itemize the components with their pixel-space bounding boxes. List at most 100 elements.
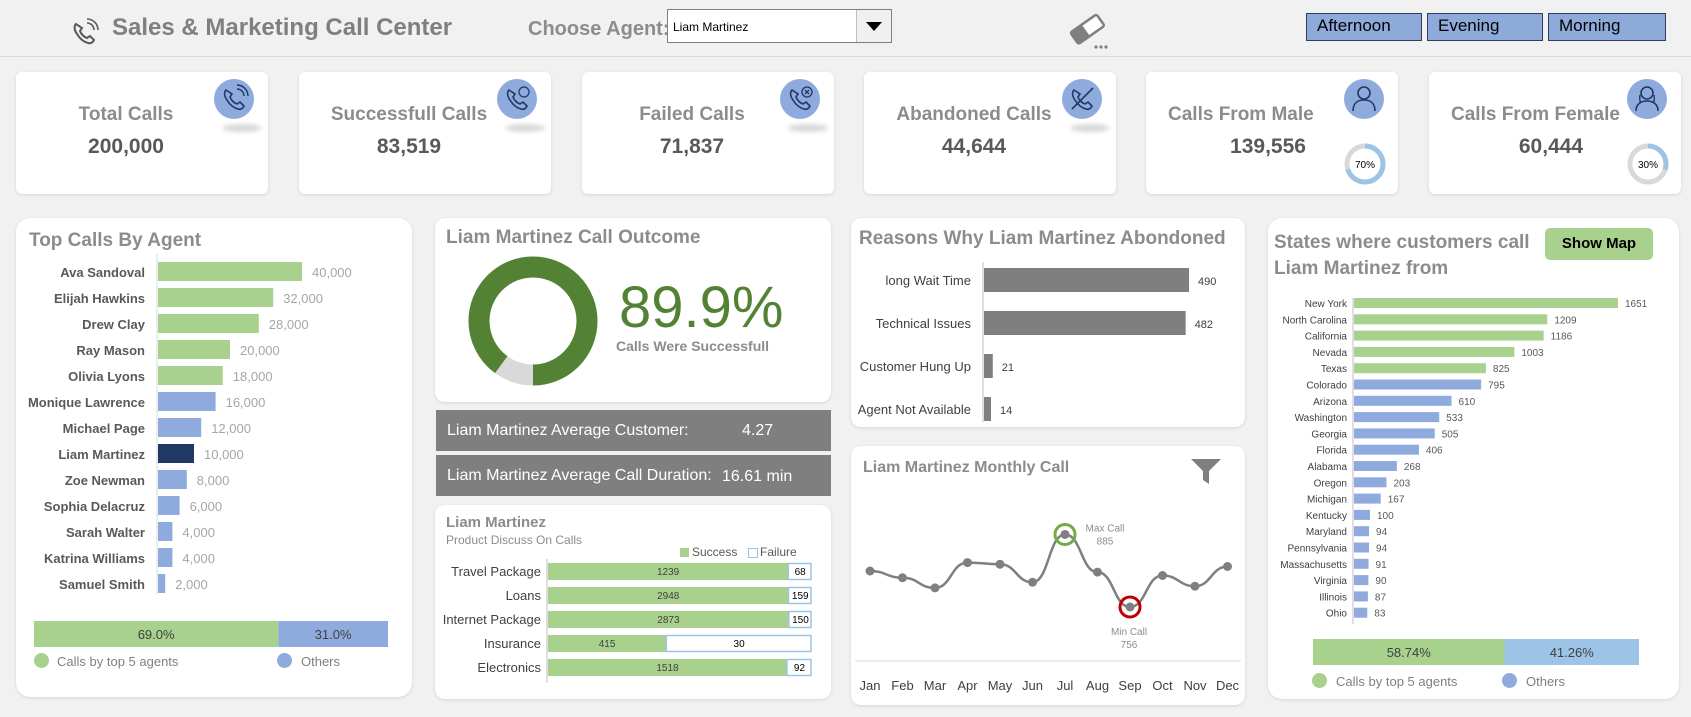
avg-duration-value: 16.61 min — [722, 468, 793, 485]
kpi-label: Total Calls — [78, 104, 174, 125]
month-label: Dec — [1216, 678, 1240, 693]
state-label: New York — [1305, 299, 1348, 310]
state-label: North Carolina — [1283, 315, 1348, 326]
slicer-afternoon[interactable]: Afternoon — [1306, 13, 1422, 41]
state-label: Oregon — [1314, 478, 1347, 489]
kpi-card-failed-calls: Failed Calls 71,837 — [582, 72, 834, 194]
monthly-line — [869, 533, 1228, 609]
monthly-point — [995, 559, 1005, 569]
monthly-point — [930, 583, 940, 593]
agent-label: Zoe Newman — [65, 473, 145, 488]
donut-pct-label: 30% — [1638, 160, 1658, 171]
agent-label: Michael Page — [63, 421, 145, 436]
monthly-point — [898, 573, 907, 583]
agent-select[interactable]: Liam Martinez — [667, 9, 892, 43]
outcome-title: Liam Martinez Call Outcome — [446, 227, 701, 248]
donut-pct-label: 70% — [1355, 160, 1375, 171]
states-title-line1: States where customers call — [1274, 232, 1530, 253]
product-failure-value: 92 — [794, 663, 806, 674]
agent-bar — [158, 262, 302, 281]
product-label: Internet Package — [443, 612, 541, 627]
header-bar: Sales & Marketing Call Center Choose Age… — [0, 0, 1691, 57]
product-success-value: 1239 — [657, 567, 680, 578]
states-split-others-label: 41.26% — [1550, 645, 1595, 660]
reason-value: 482 — [1195, 319, 1213, 331]
slicer-evening[interactable]: Evening — [1427, 13, 1543, 41]
states-split-top5-label: 58.74% — [1387, 645, 1432, 660]
legend-others-label: Others — [301, 654, 341, 669]
state-value: 533 — [1446, 413, 1463, 424]
agent-label: Olivia Lyons — [68, 369, 145, 384]
monthly-point — [1190, 581, 1200, 591]
reasons-chart: long Wait Time 490 Technical Issues 482 Cust… — [858, 262, 1216, 422]
reason-label: long Wait Time — [886, 273, 972, 288]
agent-label: Choose Agent: — [528, 18, 670, 40]
top-agents-title: Top Calls By Agent — [29, 230, 202, 251]
monthly-point — [1125, 602, 1135, 612]
agent-value-label: 10,000 — [204, 447, 244, 462]
state-label: Alabama — [1308, 462, 1348, 473]
chevron-down-icon — [866, 22, 882, 31]
phone-off-icon — [1062, 79, 1102, 119]
split-others-label: 31.0% — [315, 627, 352, 642]
kpi-card-successfull-calls: Successfull Calls 83,519 — [299, 72, 551, 194]
product-failure-value: 30 — [734, 639, 746, 650]
state-label: California — [1305, 332, 1348, 343]
agent-value-label: 8,000 — [197, 473, 230, 488]
month-label: Mar — [924, 678, 947, 693]
agent-label: Ava Sandoval — [60, 265, 145, 280]
month-label: Jun — [1022, 678, 1043, 693]
monthly-point — [1093, 567, 1102, 577]
product-failure-value: 159 — [792, 591, 809, 602]
avg-duration-label: Liam Martinez Average Call Duration: — [447, 467, 712, 484]
agent-label: Sarah Walter — [66, 525, 145, 540]
reasons-title: Reasons Why Liam Martinez Abondoned — [859, 228, 1226, 249]
state-bar — [1354, 330, 1544, 341]
split-top5-label: 69.0% — [138, 627, 175, 642]
state-label: Arizona — [1313, 397, 1347, 408]
state-label: Washington — [1295, 413, 1347, 424]
month-label: Jul — [1057, 678, 1074, 693]
state-value: 94 — [1376, 544, 1388, 555]
phone-ring-icon — [73, 18, 99, 45]
kpi-card-calls-from-female: Calls From Female 60,444 30% — [1429, 72, 1681, 194]
agent-label: Ray Mason — [76, 343, 145, 358]
monthly-point — [1158, 571, 1167, 580]
products-chart: Travel Package 1239 68 Loans 2948 159 Internet… — [443, 559, 812, 683]
agent-value-label: 32,000 — [283, 291, 323, 306]
min-label: Min Call — [1111, 627, 1147, 638]
agent-dropdown-button[interactable] — [856, 10, 891, 42]
state-bar — [1354, 461, 1397, 471]
kpi-value: 139,556 — [1230, 135, 1306, 158]
filter-icon[interactable] — [1189, 456, 1223, 486]
avg-customer-bar: Liam Martinez Average Customer: 4.27 — [436, 410, 831, 451]
max-value: 885 — [1097, 536, 1114, 547]
slicer-morning[interactable]: Morning — [1548, 13, 1666, 41]
product-label: Loans — [506, 588, 542, 603]
state-value: 1003 — [1521, 348, 1544, 359]
eraser-icon[interactable] — [1068, 10, 1110, 50]
kpi-card-calls-from-male: Calls From Male 139,556 70% — [1146, 72, 1398, 194]
states-legend-top5-label: Calls by top 5 agents — [1336, 674, 1458, 689]
monthly-point — [865, 566, 875, 576]
state-value: 1651 — [1625, 299, 1648, 310]
state-label: Ohio — [1326, 609, 1348, 620]
state-bar — [1354, 558, 1369, 569]
state-label: Michigan — [1307, 495, 1347, 506]
app-title: Sales & Marketing Call Center — [112, 14, 453, 41]
kpi-card-total-calls: Total Calls 200,000 — [16, 72, 268, 194]
outcome-panel: Liam Martinez Call Outcome 89.9% Calls W… — [435, 218, 831, 402]
agent-label: Monique Lawrence — [28, 395, 145, 410]
show-map-button[interactable]: Show Map — [1545, 228, 1653, 260]
legend-failure-label: Failure — [760, 545, 797, 559]
state-value: 100 — [1377, 511, 1394, 522]
product-success-value: 2873 — [657, 615, 680, 626]
states-title-line2: Liam Martinez from — [1274, 258, 1449, 279]
reason-label: Agent Not Available — [858, 402, 971, 417]
top-agents-panel: Top Calls By Agent Ava Sandoval 40,000 Eli… — [16, 218, 412, 697]
monthly-panel: Liam Martinez Monthly Call Jan Feb Mar Apr M… — [851, 446, 1245, 705]
agent-value-label: 2,000 — [175, 577, 208, 592]
kpi-value: 83,519 — [376, 135, 442, 158]
state-label: Colorado — [1306, 381, 1347, 392]
monthly-point — [1060, 529, 1070, 539]
